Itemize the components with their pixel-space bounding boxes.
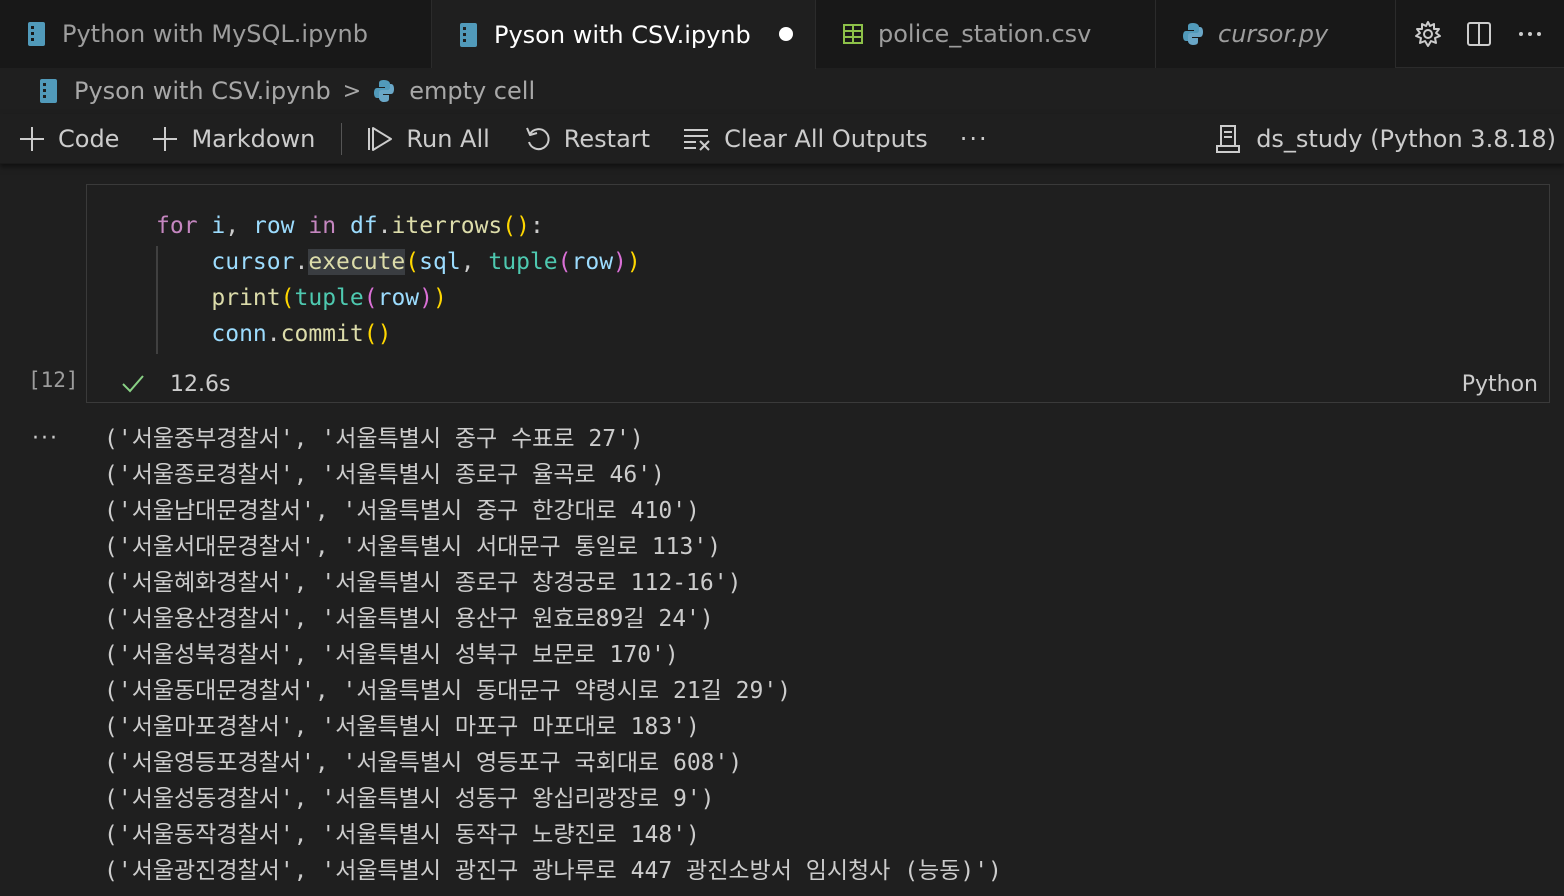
code-line: for i, row in df.iterrows():: [156, 213, 544, 239]
output-line: ('서울혜화경찰서', '서울특별시 종로구 창경궁로 112-16'): [104, 570, 742, 596]
more-toolbar-button[interactable]: ···: [960, 119, 989, 159]
code-line: conn.commit(): [211, 321, 392, 347]
add-code-cell-button[interactable]: Code: [18, 119, 119, 159]
add-code-label: Code: [58, 124, 120, 153]
output-line: ('서울광진경찰서', '서울특별시 광진구 광나루로 447 광진소방서 임시…: [104, 858, 1002, 884]
output-line: ('서울중부경찰서', '서울특별시 중구 수표로 27'): [104, 426, 644, 452]
clear-outputs-label: Clear All Outputs: [724, 124, 928, 153]
output-line: ('서울성북경찰서', '서울특별시 성북구 보문로 170'): [104, 642, 679, 668]
add-markdown-label: Markdown: [191, 124, 316, 153]
run-all-label: Run All: [406, 124, 490, 153]
toolbar-divider: [341, 122, 343, 155]
code-line: cursor.execute(sql, tuple(row)): [211, 249, 641, 275]
tab-label: police_station.csv: [878, 20, 1092, 48]
code-line: print(tuple(row)): [211, 285, 447, 311]
run-all-icon: [368, 126, 393, 151]
output-line: ('서울동작경찰서', '서울특별시 동작구 노량진로 148'): [104, 822, 700, 848]
python-icon: [1183, 23, 1203, 45]
tab-cursor-py[interactable]: cursor.py: [1156, 0, 1396, 68]
add-markdown-cell-button[interactable]: Markdown: [151, 119, 315, 159]
tab-label: cursor.py: [1218, 20, 1329, 48]
output-line: ('서울종로경찰서', '서울특별시 종로구 율곡로 46'): [104, 462, 665, 488]
editor-actions: [1394, 0, 1564, 68]
cell-status-bar: 12.6s Python: [88, 365, 1548, 403]
notebook-icon: [28, 22, 45, 46]
tab-python-with-mysql[interactable]: Python with MySQL.ipynb: [0, 0, 432, 68]
notebook-toolbar: Code Markdown Run All Restart Clear All …: [0, 114, 1564, 164]
plus-icon: [153, 126, 178, 151]
breadcrumb-file[interactable]: Pyson with CSV.ipynb: [74, 77, 331, 105]
restart-button[interactable]: Restart: [524, 119, 650, 159]
restart-icon: [525, 127, 550, 150]
breadcrumb-separator: >: [342, 78, 362, 104]
kernel-icon: [1216, 125, 1241, 153]
clear-all-outputs-button[interactable]: Clear All Outputs: [682, 119, 928, 159]
output-line: ('서울남대문경찰서', '서울특별시 중구 한강대로 410'): [104, 498, 700, 524]
output-line: ('서울영등포경찰서', '서울특별시 영등포구 국회대로 608'): [104, 750, 743, 776]
output-actions-icon[interactable]: ···: [32, 426, 59, 451]
tab-label: Pyson with CSV.ipynb: [494, 20, 751, 49]
breadcrumb: Pyson with CSV.ipynb > empty cell: [38, 72, 535, 110]
more-actions-icon[interactable]: [1514, 18, 1546, 50]
tab-police-station-csv[interactable]: police_station.csv: [816, 0, 1156, 68]
tab-pyson-with-csv[interactable]: Pyson with CSV.ipynb: [432, 0, 816, 69]
clear-outputs-icon: [684, 128, 710, 151]
split-editor-icon[interactable]: [1463, 18, 1495, 50]
check-icon: [122, 375, 144, 393]
output-line: ('서울동대문경찰서', '서울특별시 동대문구 약령시로 21길 29'): [104, 678, 792, 704]
kernel-label: ds_study (Python 3.8.18): [1256, 125, 1556, 153]
cell-output: ('서울중부경찰서', '서울특별시 중구 수표로 27') ('서울종로경찰서…: [104, 421, 1544, 889]
execution-duration: 12.6s: [170, 371, 231, 397]
python-icon: [374, 80, 395, 102]
run-all-button[interactable]: Run All: [366, 119, 490, 159]
unsaved-dot-icon[interactable]: [779, 27, 793, 41]
output-line: ('서울용산경찰서', '서울특별시 용산구 원효로89길 24'): [104, 606, 714, 632]
execution-count: [12]: [28, 368, 79, 392]
cell-language[interactable]: Python: [1462, 372, 1538, 397]
editor-tab-bar: Python with MySQL.ipynb Pyson with CSV.i…: [0, 0, 1564, 69]
code-editor[interactable]: for i, row in df.iterrows(): cursor.exec…: [88, 186, 1548, 366]
restart-label: Restart: [563, 124, 651, 153]
output-line: ('서울서대문경찰서', '서울특별시 서대문구 통일로 113'): [104, 534, 722, 560]
kernel-picker[interactable]: ds_study (Python 3.8.18): [1214, 119, 1556, 159]
output-line: ('서울마포경찰서', '서울특별시 마포구 마포대로 183'): [104, 714, 700, 740]
gear-icon[interactable]: [1412, 18, 1444, 50]
notebook-icon: [460, 22, 477, 47]
tab-label: Python with MySQL.ipynb: [62, 20, 368, 48]
notebook-icon: [40, 79, 57, 103]
table-icon: [843, 24, 863, 44]
output-line: ('서울성동경찰서', '서울특별시 성동구 왕십리광장로 9'): [104, 786, 715, 812]
breadcrumb-cell[interactable]: empty cell: [409, 77, 535, 105]
plus-icon: [20, 126, 44, 151]
more-label: ···: [959, 124, 989, 153]
code-cell[interactable]: for i, row in df.iterrows(): cursor.exec…: [86, 184, 1550, 403]
